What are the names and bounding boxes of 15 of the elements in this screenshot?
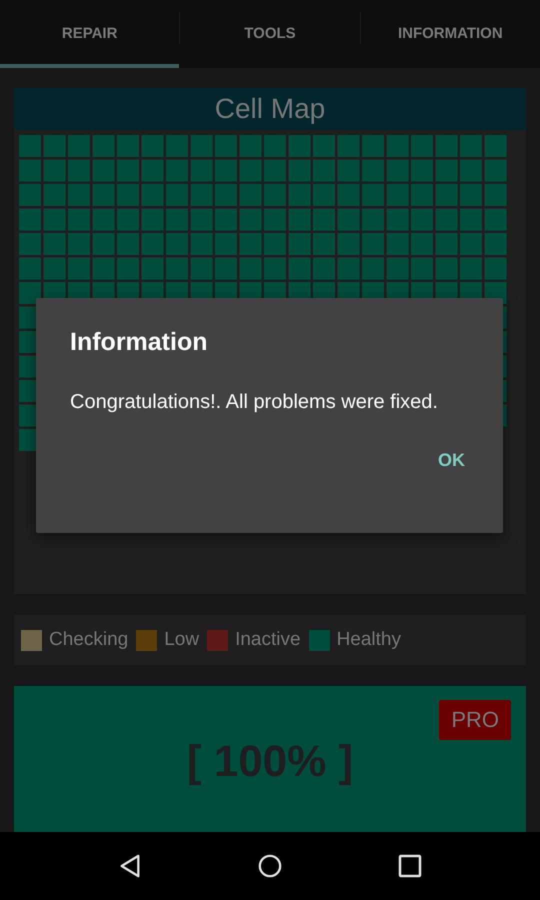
legend-label: Inactive	[235, 629, 301, 651]
pro-badge[interactable]: PRO	[439, 700, 511, 740]
ok-button[interactable]: OK	[424, 442, 479, 479]
back-icon[interactable]	[118, 854, 142, 878]
panel-title: Cell Map	[14, 88, 526, 130]
home-icon[interactable]	[258, 854, 282, 878]
legend-label: Low	[164, 629, 200, 651]
legend-label: Healthy	[336, 629, 401, 651]
tab[interactable]: TOOLS	[180, 0, 360, 68]
recents-icon[interactable]	[398, 854, 422, 878]
dialog-message: Congratulations!. All problems were fixed.	[70, 390, 439, 415]
dialog-title: Information	[70, 328, 208, 357]
legend-label: Checking	[49, 629, 128, 651]
tab[interactable]: INFORMATION	[360, 0, 540, 68]
tab[interactable]: REPAIR	[0, 0, 180, 68]
